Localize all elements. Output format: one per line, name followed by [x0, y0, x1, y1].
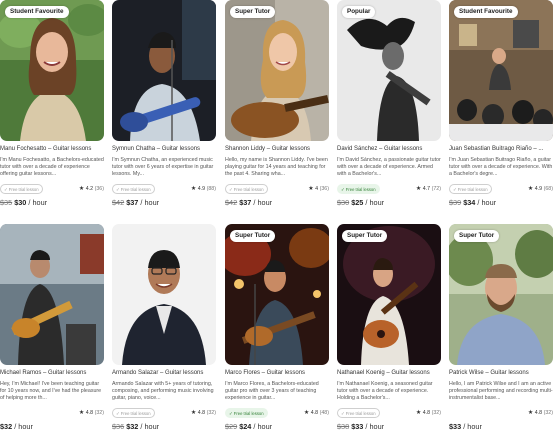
- tutor-name[interactable]: Michael Ramos – Guitar lessons: [0, 369, 104, 377]
- tutor-description: Hey, I'm Michael! I've been teaching gui…: [0, 381, 102, 401]
- tutor-name[interactable]: Symnun Chatha – Guitar lessons: [112, 145, 216, 153]
- tutor-card-michael[interactable]: Michael Ramos – Guitar lessons Hey, I'm …: [0, 224, 104, 438]
- tutor-rating: ★ 4.8 (32): [78, 410, 104, 416]
- tutor-price: $36 $32 / hour: [112, 422, 160, 431]
- tutor-rating: ★ 4.9 (88): [190, 186, 216, 192]
- super-tutor-badge: Super Tutor: [342, 230, 388, 242]
- tutor-description: Hello, my name is Shannon Liddy. I've be…: [225, 157, 328, 177]
- check-icon: ✓: [116, 187, 120, 192]
- tutor-price: $35 $30 / hour: [0, 198, 48, 207]
- tutor-name[interactable]: Patrick Wilse – Guitar lessons: [449, 369, 553, 377]
- free-trial-tag: ✓Free trial lesson: [112, 184, 155, 194]
- popular-badge: Popular: [342, 6, 376, 18]
- tutor-name[interactable]: Shannon Liddy – Guitar lessons: [225, 145, 329, 153]
- tutor-description: I'm Symnun Chatha, an experienced music …: [112, 157, 214, 177]
- free-trial-tag: ✓Free trial lesson: [449, 184, 492, 194]
- super-tutor-badge: Super Tutor: [230, 230, 276, 242]
- check-icon: ✓: [229, 411, 233, 416]
- tutor-photo[interactable]: Super Tutor: [337, 224, 441, 365]
- tutor-price: $32 / hour: [0, 422, 33, 431]
- check-icon: ✓: [341, 411, 345, 416]
- tutor-description: I'm Marco Flores, a Bachelors-educated g…: [225, 381, 319, 401]
- check-icon: ✓: [341, 187, 345, 192]
- tutor-rating: ★ 4.8 (32): [527, 410, 553, 416]
- tutor-rating: ★ 4.8 (48): [303, 410, 329, 416]
- tutor-card-david[interactable]: Popular David Sánchez – Guitar lessons I…: [337, 0, 441, 214]
- tutor-card-juan[interactable]: Student Favourite Juan Sebastian Buitrag…: [449, 0, 553, 214]
- free-trial-tag: ✓Free trial lesson: [0, 184, 43, 194]
- free-trial-tag: ✓Free trial lesson: [337, 184, 380, 194]
- super-tutor-badge: Super Tutor: [454, 230, 500, 242]
- tutor-card-armando[interactable]: Armando Salazar – Guitar lessons Armando…: [112, 224, 216, 438]
- tutor-grid: Student Favourite Manu Fochesatto – Guit…: [0, 0, 558, 438]
- tutor-photo[interactable]: Popular: [337, 0, 441, 141]
- tutor-name[interactable]: Armando Salazar – Guitar lessons: [112, 369, 216, 377]
- tutor-price: $42 $37 / hour: [112, 198, 160, 207]
- tutor-description: I'm Nathanael Koenig, a seasoned guitar …: [337, 381, 433, 401]
- star-icon: ★: [415, 410, 422, 416]
- tutor-rating: ★ 4.8 (32): [190, 410, 216, 416]
- tutor-price: $42 $37 / hour: [225, 198, 273, 207]
- tutor-name[interactable]: Nathanael Koenig – Guitar lessons: [337, 369, 441, 377]
- star-icon: ★: [78, 410, 85, 416]
- student-favourite-badge: Student Favourite: [454, 6, 518, 18]
- check-icon: ✓: [4, 187, 8, 192]
- tutor-card-manu[interactable]: Student Favourite Manu Fochesatto – Guit…: [0, 0, 104, 214]
- tutor-photo[interactable]: Student Favourite: [0, 0, 104, 141]
- star-icon: ★: [415, 186, 422, 192]
- tutor-photo[interactable]: Super Tutor: [225, 224, 329, 365]
- tutor-rating: ★ 4.8 (32): [415, 410, 441, 416]
- free-trial-tag: ✓Free trial lesson: [225, 408, 268, 418]
- tutor-description: I'm Juan Sebastian Buitrago Riaño, a gui…: [449, 157, 553, 177]
- check-icon: ✓: [116, 411, 120, 416]
- tutor-price: $30 $25 / hour: [337, 198, 385, 207]
- tutor-card-nathanael[interactable]: Super Tutor Nathanael Koenig – Guitar le…: [337, 224, 441, 438]
- tutor-rating: ★ 4.7 (72): [415, 186, 441, 192]
- tutor-rating: ★ 4.2 (36): [78, 186, 104, 192]
- tutor-description: I'm Manu Fochesatto, a Bachelors-educate…: [0, 157, 104, 177]
- tutor-photo[interactable]: Student Favourite: [449, 0, 553, 141]
- tutor-price: $39 $34 / hour: [449, 198, 497, 207]
- tutor-price: $33 / hour: [449, 422, 482, 431]
- star-icon: ★: [190, 410, 197, 416]
- tutor-name[interactable]: Marco Flores – Guitar lessons: [225, 369, 329, 377]
- tutor-photo[interactable]: [112, 224, 216, 365]
- star-icon: ★: [78, 186, 85, 192]
- tutor-name[interactable]: Manu Fochesatto – Guitar lessons: [0, 145, 104, 153]
- free-trial-tag: ✓Free trial lesson: [112, 408, 155, 418]
- tutor-card-patrick[interactable]: Super Tutor Patrick Wilse – Guitar lesso…: [449, 224, 553, 438]
- free-trial-tag: ✓Free trial lesson: [337, 408, 380, 418]
- super-tutor-badge: Super Tutor: [230, 6, 276, 18]
- tutor-card-shannon[interactable]: Super Tutor Shannon Liddy – Guitar lesso…: [225, 0, 329, 214]
- tutor-price: $29 $24 / hour: [225, 422, 273, 431]
- tutor-card-marco[interactable]: Super Tutor Marco Flores – Guitar lesson…: [225, 224, 329, 438]
- star-icon: ★: [527, 186, 534, 192]
- tutor-description: Hello, I am Patrick Wilse and I am an ac…: [449, 381, 553, 401]
- check-icon: ✓: [453, 187, 457, 192]
- check-icon: ✓: [229, 187, 233, 192]
- tutor-photo[interactable]: Super Tutor: [225, 0, 329, 141]
- tutor-rating: ★ 4 (36): [308, 186, 329, 192]
- star-icon: ★: [303, 410, 310, 416]
- tutor-photo[interactable]: Super Tutor: [449, 224, 553, 365]
- tutor-description: Armando Salazar with 5+ years of tutorin…: [112, 381, 214, 401]
- student-favourite-badge: Student Favourite: [5, 6, 69, 18]
- tutor-description: I'm David Sánchez, a passionate guitar t…: [337, 157, 441, 177]
- tutor-name[interactable]: Juan Sebastian Buitrago Riaño – ...: [449, 145, 553, 153]
- tutor-photo[interactable]: [112, 0, 216, 141]
- star-icon: ★: [527, 410, 534, 416]
- star-icon: ★: [308, 186, 314, 192]
- star-icon: ★: [190, 186, 197, 192]
- tutor-price: $38 $33 / hour: [337, 422, 385, 431]
- tutor-card-symnun[interactable]: Symnun Chatha – Guitar lessons I'm Symnu…: [112, 0, 216, 214]
- tutor-rating: ★ 4.9 (68): [527, 186, 553, 192]
- tutor-name[interactable]: David Sánchez – Guitar lessons: [337, 145, 441, 153]
- free-trial-tag: ✓Free trial lesson: [225, 184, 268, 194]
- tutor-photo[interactable]: [0, 224, 104, 365]
